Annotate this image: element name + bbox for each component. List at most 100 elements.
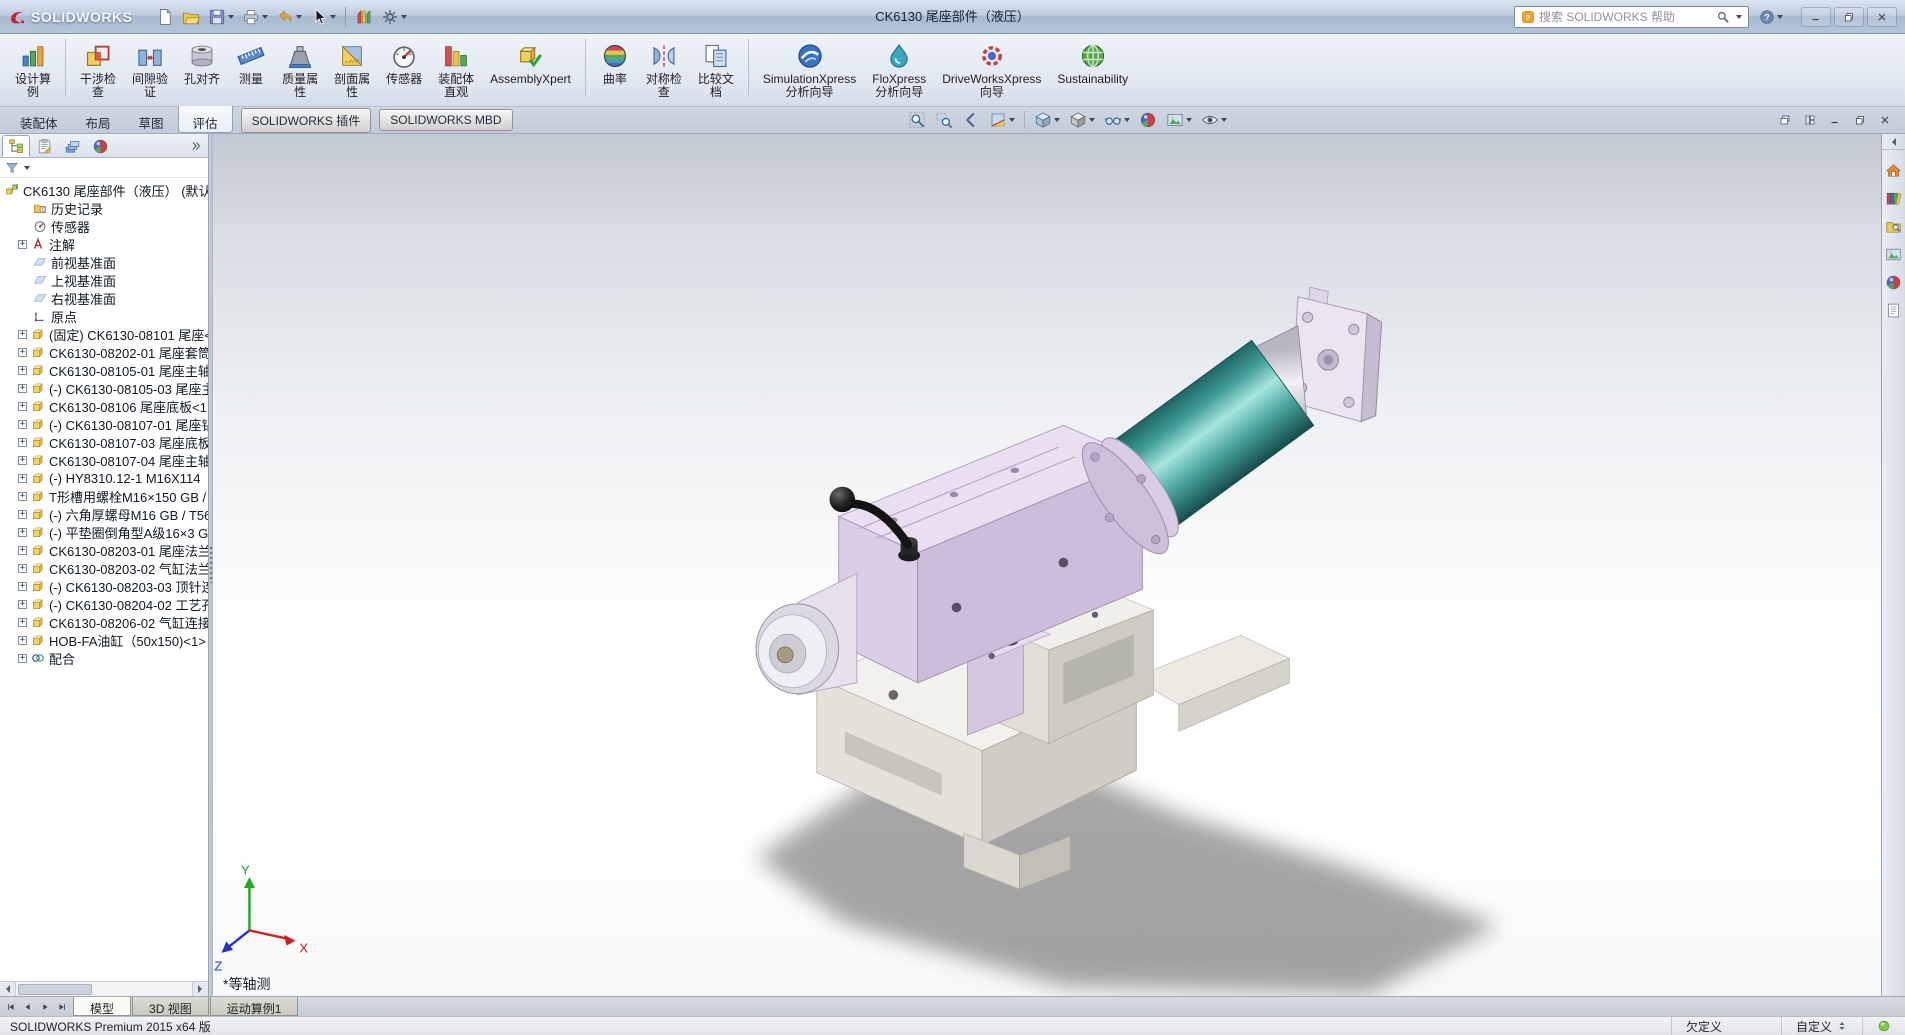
previous-view-button[interactable] — [959, 108, 983, 132]
driveworksxpress-button[interactable]: DriveWorksXpress 向导 — [935, 37, 1048, 101]
tree-item[interactable]: +CK6130-08202-01 尾座套筒 — [0, 343, 208, 361]
tile-windows-button[interactable] — [1802, 112, 1818, 128]
panel-tabs-overflow-button[interactable] — [186, 135, 206, 157]
tree-root-item[interactable]: CK6130 尾座部件（液压） (默认 — [0, 181, 208, 199]
previous-tab-button[interactable] — [20, 999, 36, 1015]
document-tab[interactable]: 运动算例1 — [210, 997, 299, 1016]
command-tab[interactable]: SOLIDWORKS 插件 — [241, 108, 372, 133]
caret-down-icon[interactable] — [1736, 15, 1742, 19]
tree-item[interactable]: +CK6130-08107-04 尾座主轴 — [0, 451, 208, 469]
hide-show-items-button[interactable] — [1101, 108, 1133, 132]
command-tab[interactable]: 评估 — [178, 106, 233, 133]
tree-item[interactable]: +(-) CK6130-08204-02 工艺孔 — [0, 595, 208, 613]
model-view[interactable]: Y X Z — [213, 134, 1881, 996]
save-button[interactable] — [204, 4, 238, 30]
caret-down-icon[interactable] — [24, 166, 30, 170]
document-tab[interactable]: 模型 — [73, 997, 131, 1016]
tree-item[interactable]: +注解 — [0, 235, 208, 253]
expand-icon[interactable]: + — [18, 330, 27, 339]
tree-item[interactable]: +CK6130-08206-02 气缸连接 — [0, 613, 208, 631]
expand-icon[interactable]: + — [18, 456, 27, 465]
doc-close-button[interactable] — [1877, 112, 1893, 128]
sustainability-button[interactable]: Sustainability — [1050, 37, 1135, 88]
hole-alignment-button[interactable]: 孔对齐 — [177, 37, 227, 88]
tree-item[interactable]: +(-) HY8310.12-1 M16X114 — [0, 469, 208, 487]
expand-icon[interactable]: + — [18, 420, 27, 429]
mass-properties-button[interactable]: 质量属 性 — [275, 37, 325, 101]
collapse-task-pane-icon[interactable] — [1882, 134, 1905, 150]
undo-button[interactable] — [272, 4, 306, 30]
rebuild-button[interactable] — [351, 4, 377, 30]
expand-icon[interactable]: + — [18, 384, 27, 393]
select-button[interactable] — [306, 4, 340, 30]
design-library-button[interactable] — [1884, 188, 1904, 208]
custom-properties-button[interactable] — [1884, 300, 1904, 320]
tree-item[interactable]: 原点 — [0, 307, 208, 325]
tree-item[interactable]: +CK6130-08105-01 尾座主轴 — [0, 361, 208, 379]
tree-item[interactable]: +配合 — [0, 649, 208, 667]
view-orientation-button[interactable] — [1031, 108, 1063, 132]
view-settings-button[interactable] — [1198, 108, 1230, 132]
tree-item[interactable]: 上视基准面 — [0, 271, 208, 289]
options-button[interactable] — [377, 4, 411, 30]
interference-check-button[interactable]: 干涉检 查 — [73, 37, 123, 101]
clearance-verify-button[interactable]: 间隙验 证 — [125, 37, 175, 101]
expand-icon[interactable]: + — [18, 528, 27, 537]
expand-arrows-icon[interactable] — [1836, 1020, 1848, 1032]
expand-icon[interactable]: + — [18, 510, 27, 519]
scrollbar-thumb[interactable] — [18, 984, 92, 995]
doc-minimize-button[interactable] — [1827, 112, 1843, 128]
expand-icon[interactable]: + — [18, 546, 27, 555]
tree-item[interactable]: +CK6130-08106 尾座底板<1 — [0, 397, 208, 415]
scroll-right-icon[interactable] — [192, 982, 208, 996]
expand-icon[interactable]: + — [18, 582, 27, 591]
expand-icon[interactable]: + — [18, 402, 27, 411]
new-document-button[interactable] — [152, 4, 178, 30]
section-properties-button[interactable]: 剖面属 性 — [327, 37, 377, 101]
tree-item[interactable]: +(-) CK6130-08107-01 尾座钻 — [0, 415, 208, 433]
section-view-button[interactable] — [986, 108, 1018, 132]
expand-icon[interactable]: + — [18, 636, 27, 645]
doc-restore-button[interactable] — [1852, 112, 1868, 128]
tree-item[interactable]: 传感器 — [0, 217, 208, 235]
expand-icon[interactable]: + — [18, 474, 27, 483]
cascade-windows-button[interactable] — [1777, 112, 1793, 128]
search-box[interactable] — [1514, 6, 1749, 28]
propertymanager-tab[interactable] — [30, 135, 58, 157]
apply-scene-button[interactable] — [1163, 108, 1195, 132]
graphics-area[interactable]: Y X Z *等轴测 — [213, 134, 1881, 996]
close-button[interactable] — [1867, 7, 1897, 27]
tree-item[interactable]: +HOB-FA油缸（50x150)<1> — [0, 631, 208, 649]
sensor-button[interactable]: 传感器 — [379, 37, 429, 88]
tree-item[interactable]: +(-) CK6130-08105-03 尾座主 — [0, 379, 208, 397]
design-study-button[interactable]: 设计算 例 — [8, 37, 58, 101]
view-palette-button[interactable] — [1884, 244, 1904, 264]
configurationmanager-tab[interactable] — [58, 135, 86, 157]
tree-item[interactable]: +(-) CK6130-08203-03 顶针连 — [0, 577, 208, 595]
compare-documents-button[interactable]: 比较文 档 — [691, 37, 741, 101]
displaymanager-tab[interactable] — [86, 135, 114, 157]
assemblyxpert-button[interactable]: AssemblyXpert — [483, 37, 578, 88]
featuremanager-tree-tab[interactable] — [2, 135, 30, 157]
command-tab[interactable]: 装配体 — [6, 107, 72, 133]
help-button[interactable] — [1755, 4, 1787, 30]
tree-filter-input[interactable] — [33, 162, 203, 174]
simulationxpress-button[interactable]: SimulationXpress 分析向导 — [756, 37, 863, 101]
tree-item[interactable]: +CK6130-08203-01 尾座法兰 — [0, 541, 208, 559]
custom-status[interactable]: 自定义 — [1781, 1017, 1862, 1035]
zoom-fit-button[interactable] — [905, 108, 929, 132]
filter-icon[interactable] — [5, 161, 19, 175]
measure-button[interactable]: 测量 — [229, 37, 273, 88]
model-base-extension[interactable] — [1133, 635, 1290, 731]
expand-icon[interactable]: + — [18, 600, 27, 609]
curvature-button[interactable]: 曲率 — [593, 37, 637, 88]
expand-icon[interactable]: + — [18, 654, 27, 663]
tree-item[interactable]: 历史记录 — [0, 199, 208, 217]
solidworks-resources-button[interactable] — [1884, 160, 1904, 180]
tree-item[interactable]: +(-) 六角厚螺母M16 GB / T56 — [0, 505, 208, 523]
tree-item[interactable]: +(固定) CK6130-08101 尾座< — [0, 325, 208, 343]
command-tab[interactable]: 布局 — [72, 107, 125, 133]
tree-item[interactable]: +(-) 平垫圈倒角型A级16×3 GB — [0, 523, 208, 541]
expand-icon[interactable]: + — [18, 618, 27, 627]
print-button[interactable] — [238, 4, 272, 30]
